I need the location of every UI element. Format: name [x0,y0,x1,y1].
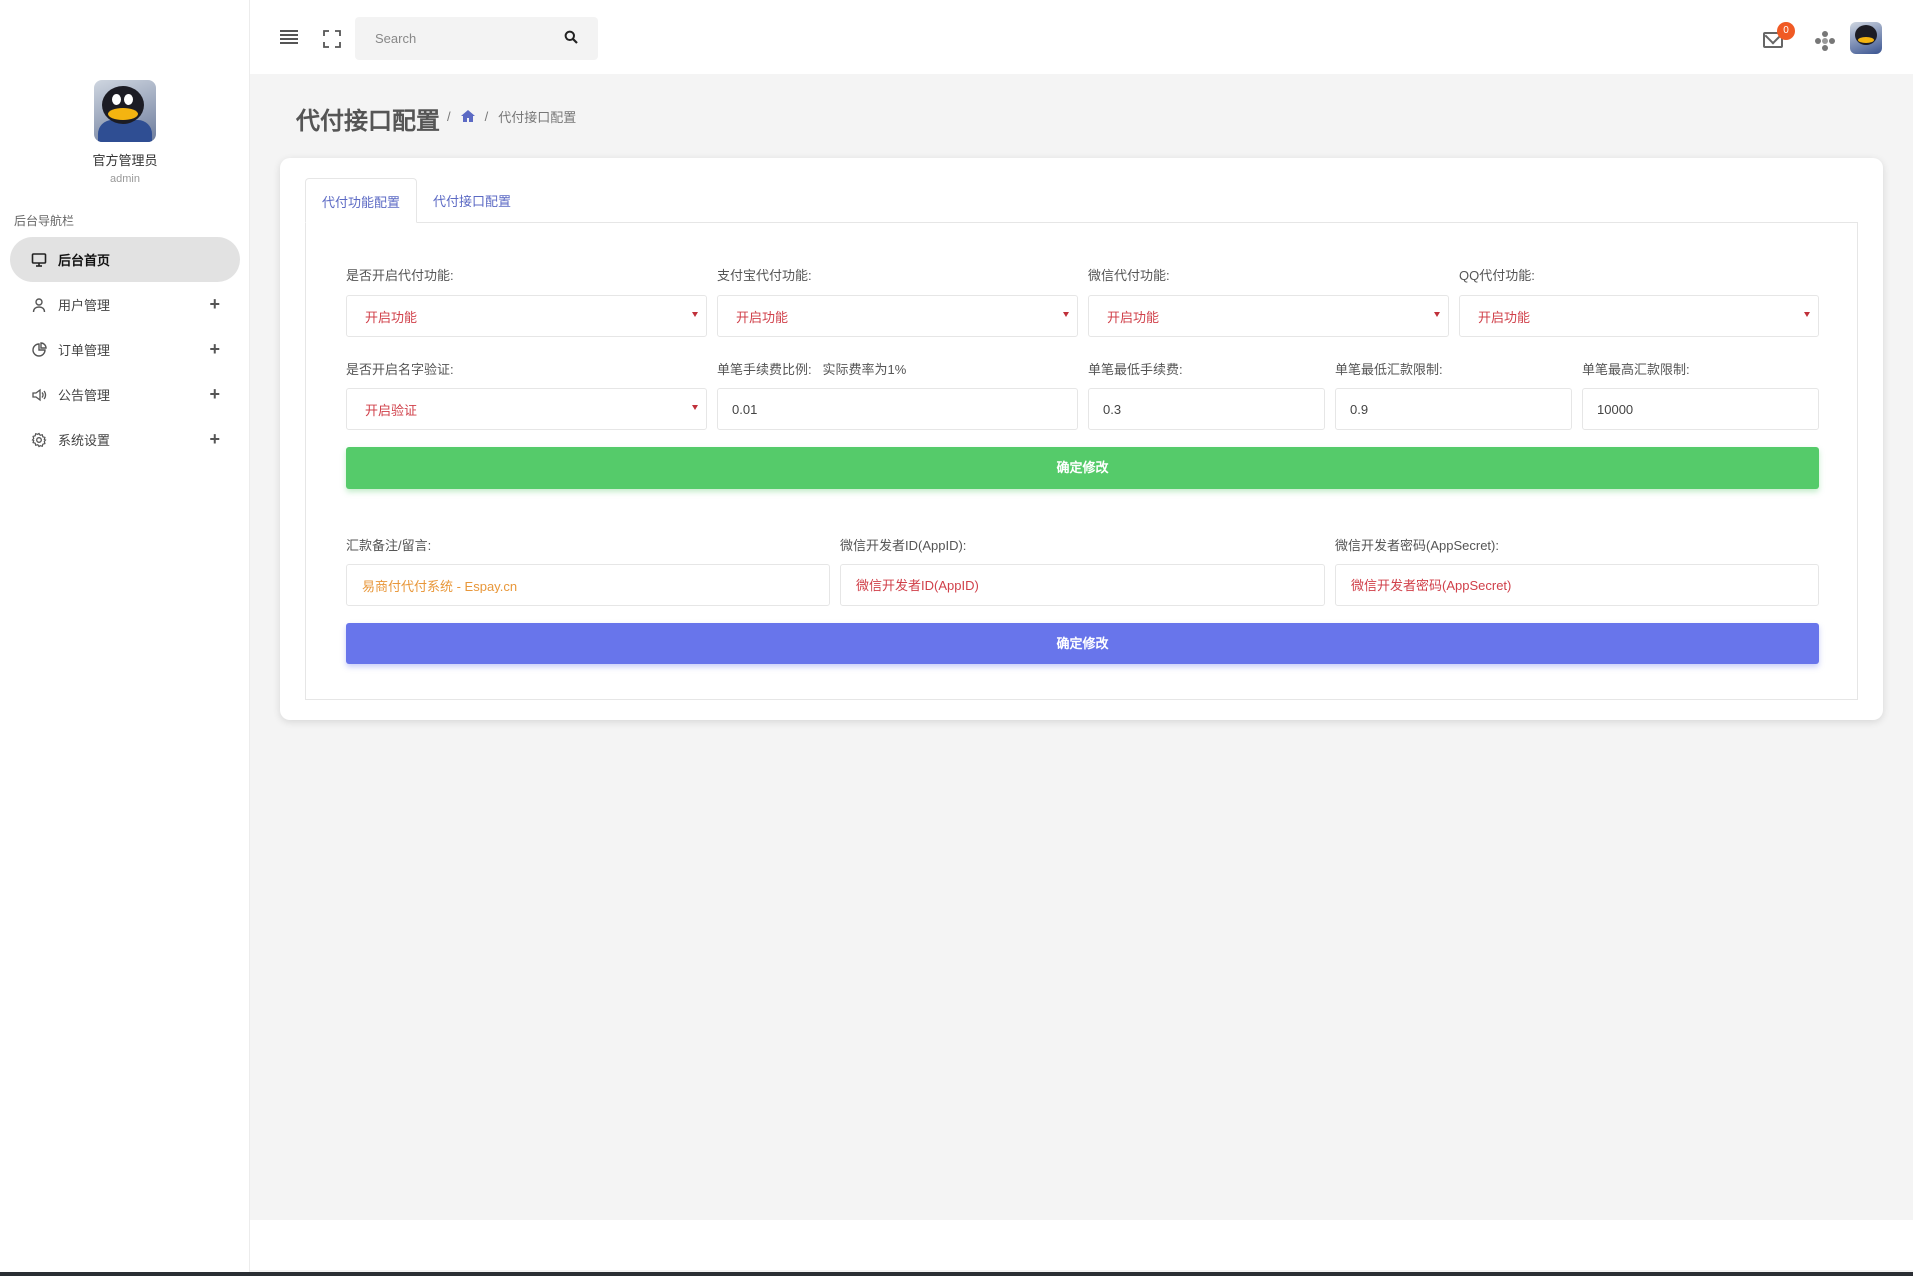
breadcrumb: / / 代付接口配置 [447,107,576,126]
fee-ratio-field [717,388,1078,430]
profile-name: 官方管理员 [92,153,158,168]
caret-down-icon [692,312,698,317]
sidebar-item-label: 订单管理 [58,343,111,358]
min-amount-label: 单笔最低汇款限制: [1335,362,1443,377]
remark-label: 汇款备注/留言: [346,538,432,553]
max-amount-input[interactable] [1597,401,1804,417]
name-verify-label: 是否开启名字验证: [346,362,454,377]
appsecret-input[interactable] [1351,577,1803,593]
expand-icon[interactable]: + [209,339,220,360]
fee-ratio-input[interactable] [732,401,1063,417]
appid-label: 微信开发者ID(AppID): [840,538,967,553]
sidebar-item-label: 后台首页 [58,253,111,268]
select-value: 开启验证 [365,402,418,418]
apps-icon[interactable] [1815,31,1835,51]
tab-pane: 是否开启代付功能: 支付宝代付功能: 微信代付功能: QQ代付功能: 开启功能 … [305,222,1858,700]
tab-interface-config[interactable]: 代付接口配置 [417,178,527,223]
mail-badge: 0 [1777,22,1795,40]
expand-icon[interactable]: + [209,384,220,405]
sidebar-item-label: 公告管理 [58,388,111,403]
sidebar-nav: 后台首页 用户管理 + 订单管理 + 公告管理 + 系统设置 + [10,237,240,462]
sidebar: 官方管理员 admin 后台导航栏 后台首页 用户管理 + 订单管理 + 公告管… [0,0,250,1276]
appid-input[interactable] [856,577,1309,593]
monitor-icon [30,251,48,269]
select-value: 开启功能 [736,309,789,325]
name-verify-select[interactable]: 开启验证 [346,388,707,430]
remark-input[interactable] [362,577,814,593]
caret-down-icon [692,405,698,410]
min-amount-field [1335,388,1572,430]
sidebar-item-label: 用户管理 [58,298,111,313]
user-profile: 官方管理员 admin [0,80,250,185]
fee-ratio-label: 单笔手续费比例: 实际费率为1% [717,362,907,377]
appid-field [840,564,1325,606]
select-value: 开启功能 [1478,309,1531,325]
breadcrumb-current: 代付接口配置 [498,110,577,125]
speaker-icon [30,386,48,404]
avatar[interactable] [94,80,156,142]
max-amount-field [1582,388,1819,430]
wechat-payout-select[interactable]: 开启功能 [1088,295,1449,337]
user-icon [30,296,48,314]
select-value: 开启功能 [365,309,418,325]
footer [250,1220,1913,1270]
top-header: 0 [250,0,1913,74]
fullscreen-icon[interactable] [323,30,341,48]
caret-down-icon [1804,312,1810,317]
sidebar-item-settings[interactable]: 系统设置 + [10,417,240,462]
expand-icon[interactable]: + [209,294,220,315]
submit-function-config-button[interactable]: 确定修改 [346,447,1819,489]
payout-enabled-label: 是否开启代付功能: [346,268,454,283]
appsecret-label: 微信开发者密码(AppSecret): [1335,538,1499,553]
appsecret-field [1335,564,1819,606]
breadcrumb-separator: / [447,109,451,124]
submit-wechat-config-button[interactable]: 确定修改 [346,623,1819,664]
home-icon[interactable] [460,109,475,125]
min-fee-label: 单笔最低手续费: [1088,362,1183,377]
menu-toggle-icon[interactable] [280,30,298,44]
qq-payout-select[interactable]: 开启功能 [1459,295,1819,337]
page-title: 代付接口配置 [296,108,440,135]
min-fee-field [1088,388,1325,430]
gear-icon [30,431,48,449]
alipay-payout-label: 支付宝代付功能: [717,268,812,283]
tab-bar: 代付功能配置 代付接口配置 [305,178,527,223]
sidebar-item-dashboard[interactable]: 后台首页 [10,237,240,282]
expand-icon[interactable]: + [209,429,220,450]
profile-role: admin [110,173,140,185]
search-input[interactable] [375,31,564,46]
min-amount-input[interactable] [1350,401,1557,417]
caret-down-icon [1063,312,1069,317]
payout-enabled-select[interactable]: 开启功能 [346,295,707,337]
sidebar-item-users[interactable]: 用户管理 + [10,282,240,327]
pie-chart-icon [30,341,48,359]
max-amount-label: 单笔最高汇款限制: [1582,362,1690,377]
select-value: 开启功能 [1107,309,1160,325]
bottom-bar [0,1272,1913,1276]
min-fee-input[interactable] [1103,401,1310,417]
qq-payout-label: QQ代付功能: [1459,268,1535,283]
sidebar-item-label: 系统设置 [58,433,111,448]
fee-ratio-hint: 实际费率为1% [822,362,907,377]
wechat-payout-label: 微信代付功能: [1088,268,1170,283]
caret-down-icon [1434,312,1440,317]
alipay-payout-select[interactable]: 开启功能 [717,295,1078,337]
breadcrumb-separator: / [484,109,489,124]
user-avatar[interactable] [1850,22,1882,54]
sidebar-item-orders[interactable]: 订单管理 + [10,327,240,372]
config-card: 代付功能配置 代付接口配置 是否开启代付功能: 支付宝代付功能: 微信代付功能:… [280,158,1883,720]
nav-title: 后台导航栏 [14,214,75,228]
sidebar-item-announcements[interactable]: 公告管理 + [10,372,240,417]
search-icon[interactable] [564,30,578,47]
tab-function-config[interactable]: 代付功能配置 [305,178,418,223]
search-box [355,17,598,60]
remark-field [346,564,830,606]
